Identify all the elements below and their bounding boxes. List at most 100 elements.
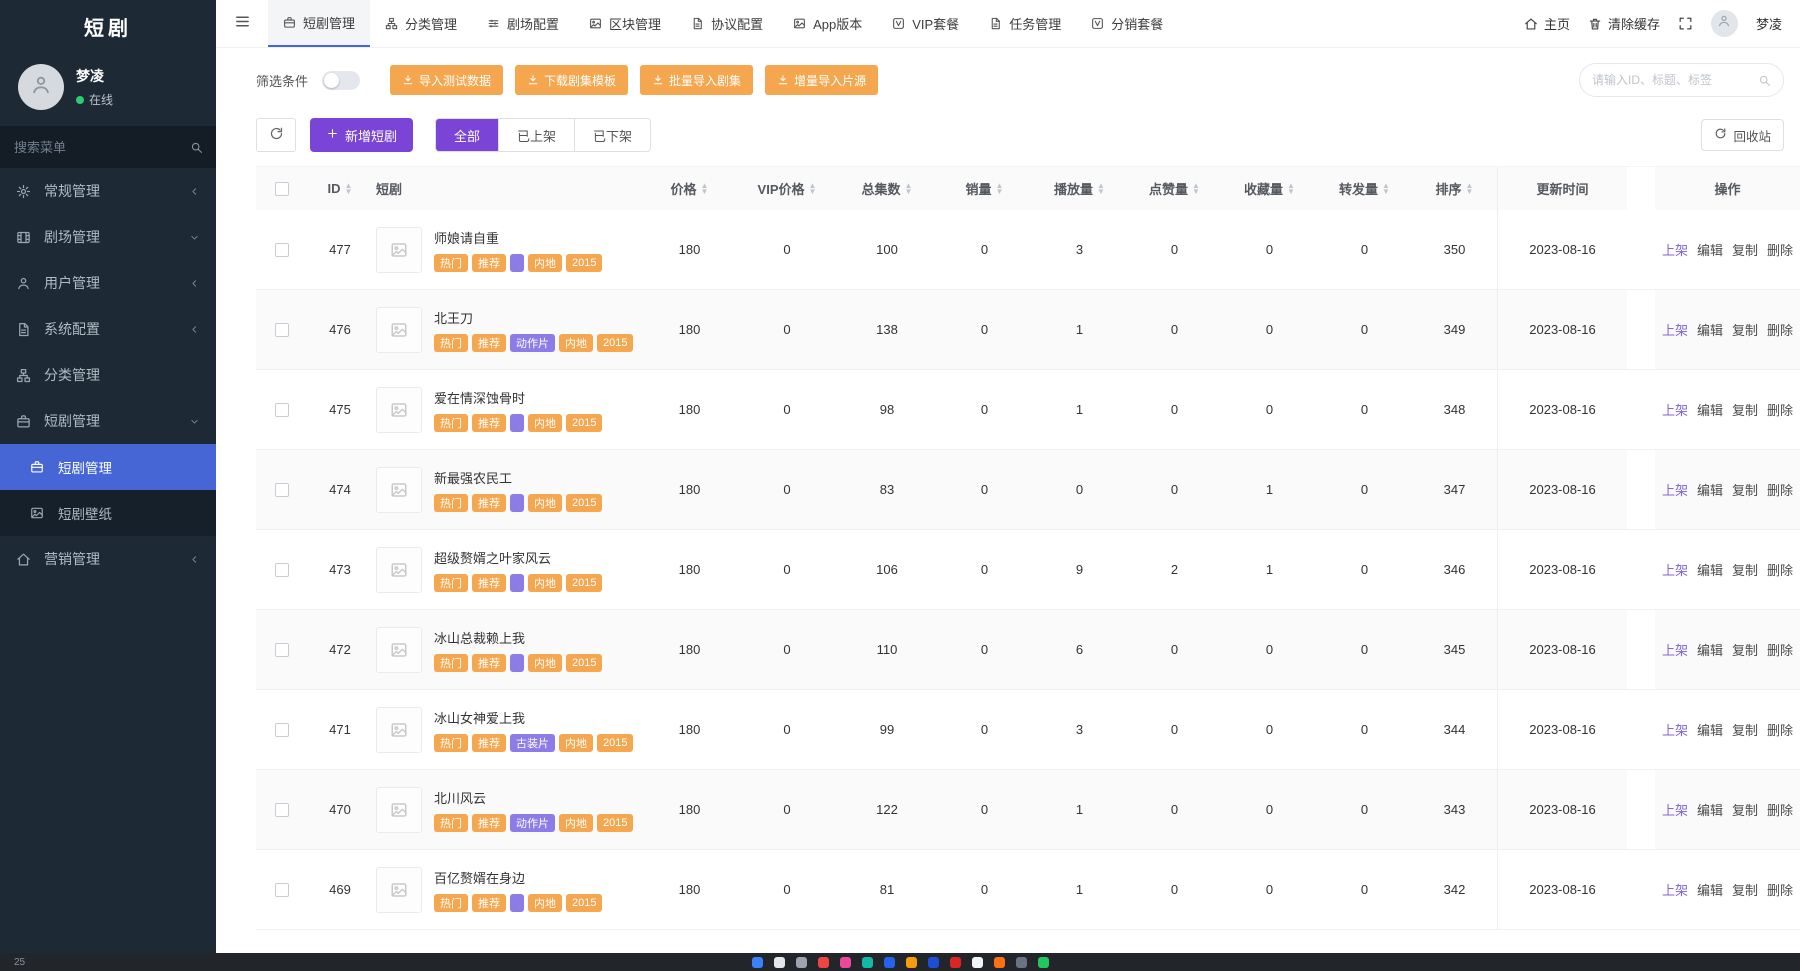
action-编辑[interactable]: 编辑: [1697, 400, 1723, 419]
drama-thumbnail[interactable]: [376, 867, 422, 913]
taskbar-app-icon[interactable]: [950, 957, 961, 968]
action-编辑[interactable]: 编辑: [1697, 320, 1723, 339]
taskbar-app-icon[interactable]: [840, 957, 851, 968]
action-删除[interactable]: 删除: [1767, 240, 1793, 259]
nav-tab-分销套餐[interactable]: 分销套餐: [1076, 0, 1178, 47]
drama-thumbnail[interactable]: [376, 387, 422, 433]
nav-tab-协议配置[interactable]: 协议配置: [676, 0, 778, 47]
fullscreen-button[interactable]: [1678, 16, 1693, 31]
drama-thumbnail[interactable]: [376, 707, 422, 753]
action-删除[interactable]: 删除: [1767, 400, 1793, 419]
action-删除[interactable]: 删除: [1767, 640, 1793, 659]
sidebar-item-用户管理[interactable]: 用户管理: [0, 260, 216, 306]
nav-tab-任务管理[interactable]: 任务管理: [974, 0, 1076, 47]
sort-icon[interactable]: ▲▼: [1287, 183, 1295, 195]
action-复制[interactable]: 复制: [1732, 560, 1758, 579]
action-删除[interactable]: 删除: [1767, 320, 1793, 339]
row-checkbox[interactable]: [275, 643, 289, 657]
row-checkbox[interactable]: [275, 803, 289, 817]
drama-thumbnail[interactable]: [376, 467, 422, 513]
navbar-avatar[interactable]: [1711, 10, 1738, 37]
action-复制[interactable]: 复制: [1732, 480, 1758, 499]
action-复制[interactable]: 复制: [1732, 240, 1758, 259]
action-编辑[interactable]: 编辑: [1697, 800, 1723, 819]
action-编辑[interactable]: 编辑: [1697, 480, 1723, 499]
sort-icon[interactable]: ▲▼: [345, 183, 353, 195]
nav-link-清除缓存[interactable]: 清除缓存: [1588, 14, 1660, 33]
nav-tab-App版本[interactable]: App版本: [778, 0, 877, 47]
nav-link-主页[interactable]: 主页: [1524, 14, 1570, 33]
sidebar-item-分类管理[interactable]: 分类管理: [0, 352, 216, 398]
action-复制[interactable]: 复制: [1732, 640, 1758, 659]
menu-toggle-button[interactable]: [216, 0, 268, 47]
row-checkbox[interactable]: [275, 483, 289, 497]
sort-icon[interactable]: ▲▼: [1466, 183, 1474, 195]
table-search-input[interactable]: [1592, 73, 1750, 87]
action-复制[interactable]: 复制: [1732, 720, 1758, 739]
status-tab-已上架[interactable]: 已上架: [499, 119, 575, 151]
action-上架[interactable]: 上架: [1662, 240, 1688, 259]
status-tab-全部[interactable]: 全部: [436, 119, 499, 151]
drama-thumbnail[interactable]: [376, 547, 422, 593]
nav-tab-短剧管理[interactable]: 短剧管理: [268, 0, 370, 47]
sort-icon[interactable]: ▲▼: [701, 183, 709, 195]
nav-tab-分类管理[interactable]: 分类管理: [370, 0, 472, 47]
action-复制[interactable]: 复制: [1732, 320, 1758, 339]
taskbar-app-icon[interactable]: [862, 957, 873, 968]
sort-icon[interactable]: ▲▼: [1382, 183, 1390, 195]
action-上架[interactable]: 上架: [1662, 720, 1688, 739]
action-复制[interactable]: 复制: [1732, 880, 1758, 899]
row-checkbox[interactable]: [275, 403, 289, 417]
taskbar-app-icon[interactable]: [884, 957, 895, 968]
action-上架[interactable]: 上架: [1662, 880, 1688, 899]
navbar-username[interactable]: 梦凌: [1756, 14, 1782, 33]
import-button-批量导入剧集[interactable]: 批量导入剧集: [640, 65, 753, 95]
sidebar-subitem-短剧壁纸[interactable]: 短剧壁纸: [0, 490, 216, 536]
drama-thumbnail[interactable]: [376, 307, 422, 353]
taskbar-app-icon[interactable]: [906, 957, 917, 968]
action-复制[interactable]: 复制: [1732, 800, 1758, 819]
nav-tab-剧场配置[interactable]: 剧场配置: [472, 0, 574, 47]
sidebar-search-input[interactable]: [14, 140, 190, 155]
sidebar-item-系统配置[interactable]: 系统配置: [0, 306, 216, 352]
taskbar-app-icon[interactable]: [796, 957, 807, 968]
drama-thumbnail[interactable]: [376, 787, 422, 833]
taskbar-app-icon[interactable]: [972, 957, 983, 968]
sort-icon[interactable]: ▲▼: [1192, 183, 1200, 195]
select-all-checkbox[interactable]: [275, 182, 289, 196]
taskbar-app-icon[interactable]: [774, 957, 785, 968]
sort-icon[interactable]: ▲▼: [809, 183, 817, 195]
sidebar-item-短剧管理[interactable]: 短剧管理: [0, 398, 216, 444]
nav-tab-区块管理[interactable]: 区块管理: [574, 0, 676, 47]
action-编辑[interactable]: 编辑: [1697, 720, 1723, 739]
recycle-bin-button[interactable]: 回收站: [1701, 119, 1784, 151]
taskbar-app-icon[interactable]: [994, 957, 1005, 968]
row-checkbox[interactable]: [275, 243, 289, 257]
action-删除[interactable]: 删除: [1767, 480, 1793, 499]
row-checkbox[interactable]: [275, 563, 289, 577]
action-上架[interactable]: 上架: [1662, 320, 1688, 339]
action-编辑[interactable]: 编辑: [1697, 560, 1723, 579]
sidebar-item-营销管理[interactable]: 营销管理: [0, 536, 216, 582]
action-删除[interactable]: 删除: [1767, 720, 1793, 739]
import-button-增量导入片源[interactable]: 增量导入片源: [765, 65, 878, 95]
action-删除[interactable]: 删除: [1767, 560, 1793, 579]
refresh-button[interactable]: [256, 118, 296, 152]
sidebar-item-常规管理[interactable]: 常规管理: [0, 168, 216, 214]
sort-icon[interactable]: ▲▼: [905, 183, 913, 195]
search-icon[interactable]: [1758, 74, 1771, 87]
action-编辑[interactable]: 编辑: [1697, 240, 1723, 259]
action-上架[interactable]: 上架: [1662, 400, 1688, 419]
row-checkbox[interactable]: [275, 723, 289, 737]
action-复制[interactable]: 复制: [1732, 400, 1758, 419]
taskbar-app-icon[interactable]: [818, 957, 829, 968]
row-checkbox[interactable]: [275, 323, 289, 337]
row-checkbox[interactable]: [275, 883, 289, 897]
action-删除[interactable]: 删除: [1767, 880, 1793, 899]
action-删除[interactable]: 删除: [1767, 800, 1793, 819]
add-drama-button[interactable]: 新增短剧: [310, 118, 413, 152]
import-button-下载剧集模板[interactable]: 下载剧集模板: [515, 65, 628, 95]
status-tab-已下架[interactable]: 已下架: [575, 119, 650, 151]
sort-icon[interactable]: ▲▼: [1097, 183, 1105, 195]
filter-toggle[interactable]: [322, 71, 360, 90]
